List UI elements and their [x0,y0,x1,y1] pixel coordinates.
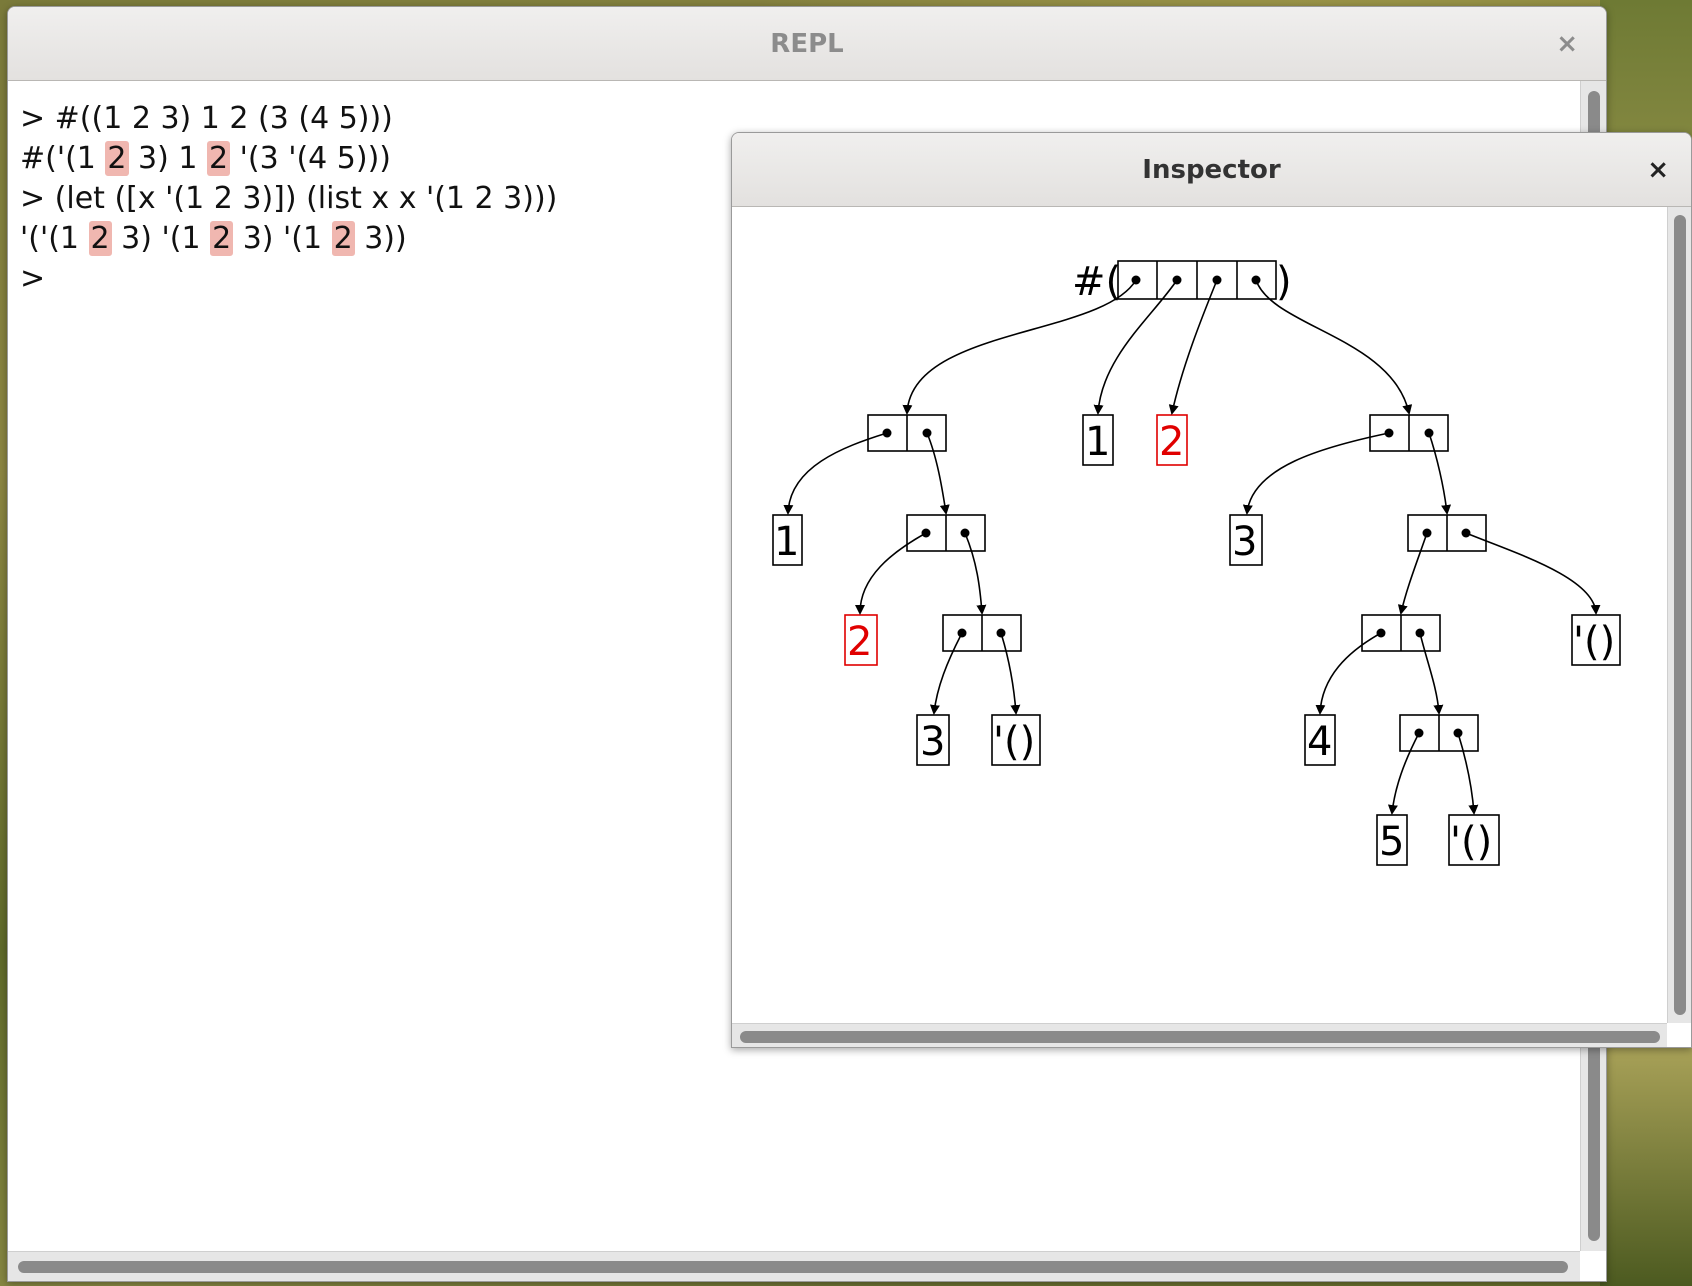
atom-4: 4 [1307,719,1332,765]
repl-text: '('(1 [20,221,89,256]
repl-horizontal-scrollbar[interactable] [8,1251,1580,1281]
repl-highlight: 2 [207,141,231,176]
atom-1: 1 [774,519,799,565]
repl-highlight: 2 [88,221,112,256]
repl-line: '('(1 2 3) '(1 2 3) '(1 2 3)) [20,219,557,259]
inspector-title: Inspector [1142,155,1281,185]
repl-text: 3)) [354,221,407,256]
atom-2-top-highlighted: 2 [1159,419,1184,465]
atom-2-highlighted: 2 [847,619,872,665]
vector-suffix: ) [1276,259,1292,305]
repl-text: > [20,261,46,296]
vector-prefix: #( [1072,259,1121,305]
inspector-vertical-scrollbar[interactable] [1667,207,1691,1023]
repl-text: 3) '(1 [111,221,211,256]
repl-highlight: 2 [331,221,355,256]
repl-highlight: 2 [105,141,129,176]
atom-5: 5 [1379,819,1404,865]
repl-line: > (let ([x '(1 2 3)]) (list x x '(1 2 3)… [20,179,557,219]
box-pointer-diagram: #( ) 1 2 1 2 3 '() 3 '() 4 5 '() [772,259,1621,866]
atom-empty-list-inner: '() [1450,819,1492,865]
repl-title: REPL [770,29,844,59]
atom-3-right: 3 [1232,519,1257,565]
inspector-canvas[interactable]: #( ) 1 2 1 2 3 '() 3 '() 4 5 '() [732,207,1691,1047]
inspector-titlebar[interactable]: Inspector × [732,133,1691,207]
repl-text: > (let ([x '(1 2 3)]) (list x x '(1 2 3)… [20,181,558,216]
repl-text: 3) '(1 [233,221,332,256]
repl-horizontal-scroll-thumb[interactable] [18,1261,1568,1273]
repl-text: > #((1 2 3) 1 2 (3 (4 5))) [20,101,393,136]
atom-empty-list-right: '() [1573,619,1615,665]
inspector-horizontal-scrollbar[interactable] [732,1023,1667,1047]
atom-empty-list: '() [993,719,1035,765]
inspector-window: Inspector × #() 1 2 1 2 3 '() 3 '() 4 5… [731,132,1692,1048]
repl-text: '(3 '(4 5))) [230,141,391,176]
repl-line: #('(1 2 3) 1 2 '(3 '(4 5))) [20,139,557,179]
inspector-close-icon[interactable]: × [1647,155,1669,185]
repl-titlebar[interactable]: REPL × [8,7,1606,81]
atom-3: 3 [920,719,945,765]
repl-line: > #((1 2 3) 1 2 (3 (4 5))) [20,99,557,139]
repl-close-icon[interactable]: × [1556,29,1578,59]
atom-1-top: 1 [1085,419,1110,465]
inspector-vertical-scroll-thumb[interactable] [1674,215,1686,1015]
repl-lines: > #((1 2 3) 1 2 (3 (4 5))) #('(1 2 3) 1 2… [20,99,557,299]
repl-highlight: 2 [210,221,234,256]
repl-text: #('(1 [20,141,106,176]
repl-text: 3) 1 [128,141,208,176]
inspector-horizontal-scroll-thumb[interactable] [740,1031,1660,1043]
repl-line: > [20,259,557,299]
